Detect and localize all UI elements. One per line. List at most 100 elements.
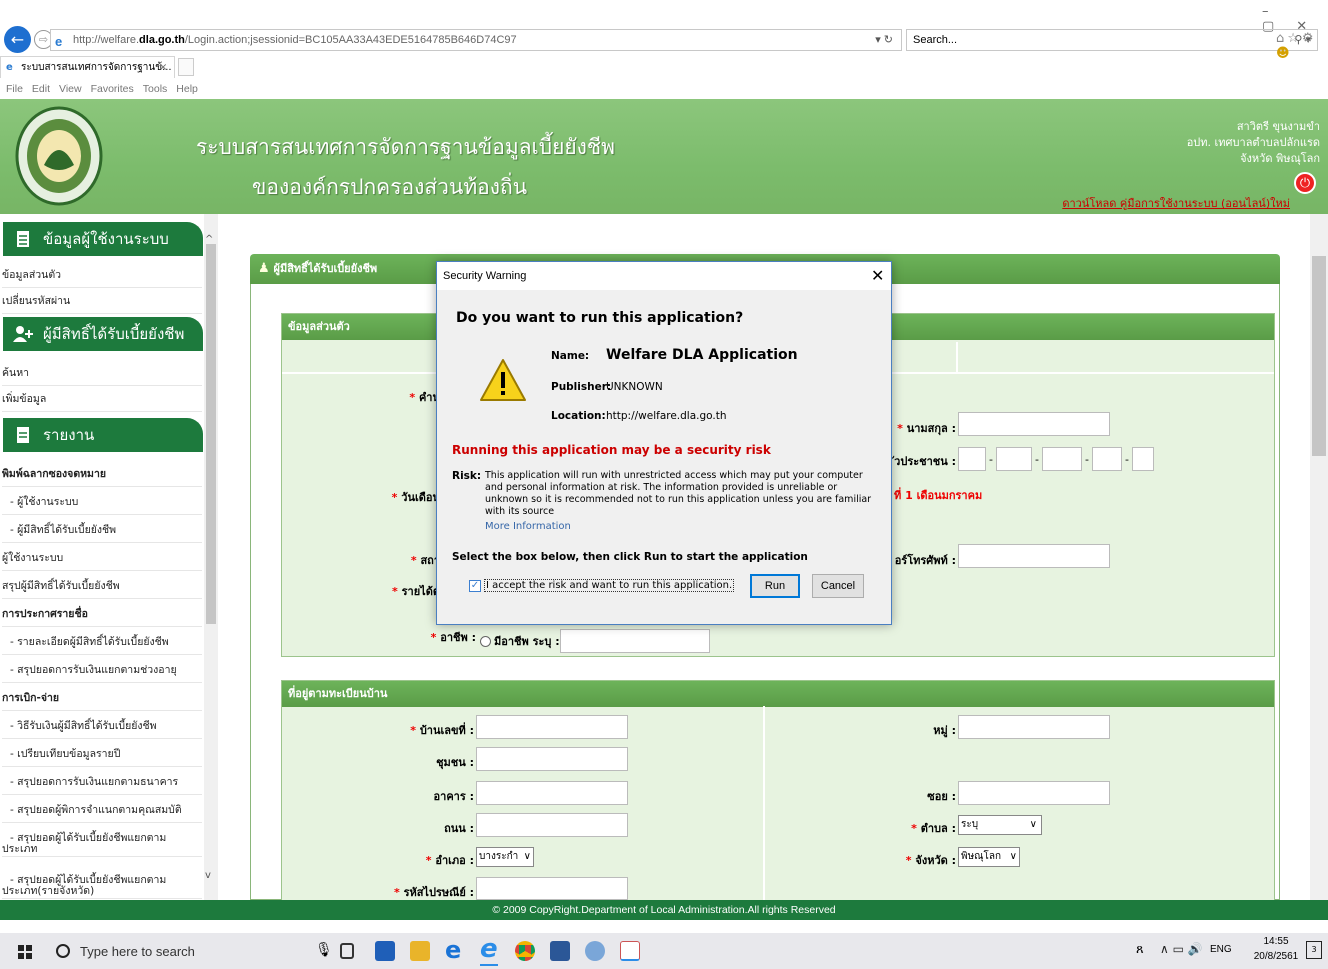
tambon-select[interactable]: ระบุ ∨ <box>958 815 1042 835</box>
sidebar-report-item[interactable]: - สรุปยอดการรับเงินแยกตามช่วงอายุ <box>2 657 202 683</box>
occupation-other-input[interactable] <box>560 629 710 653</box>
menu-view[interactable]: View <box>59 83 82 95</box>
clock-date[interactable]: 20/8/2561 <box>1246 951 1306 962</box>
download-manual-link[interactable]: ดาวน์โหลด คู่มือการใช้งานระบบ (ออนไลน์)ใ… <box>1062 194 1290 212</box>
house-no-input[interactable] <box>476 715 628 739</box>
province-select[interactable]: พิษณุโลก ∨ <box>958 847 1020 867</box>
idcard-input-1[interactable] <box>958 447 986 471</box>
minimize-icon[interactable]: – <box>1262 4 1291 19</box>
sidebar-group-report[interactable]: รายงาน <box>3 418 203 452</box>
sidebar-report-item[interactable]: - ผู้ใช้งานระบบ <box>2 489 202 515</box>
accept-risk-checkbox[interactable]: ✓ <box>469 579 481 592</box>
sidebar-report-item[interactable]: ประเภท <box>2 841 202 857</box>
people-icon[interactable]: ጸ <box>1136 942 1144 957</box>
sidebar-report-item[interactable]: สรุปผู้มีสิทธิ์ได้รับเบี้ยยังชีพ <box>2 573 202 599</box>
idcard-input-2[interactable] <box>995 447 1032 471</box>
paint-icon[interactable] <box>585 941 605 961</box>
menu-edit[interactable]: Edit <box>32 83 50 95</box>
sidebar-report-item[interactable]: การเบิก-จ่าย <box>2 685 202 711</box>
microphone-icon[interactable]: 🎙 <box>315 942 333 958</box>
sidebar-report-item[interactable]: - วิธีรับเงินผู้มีสิทธิ์ได้รับเบี้ยยังชี… <box>2 713 202 739</box>
store-icon[interactable] <box>375 941 395 961</box>
sidebar-scroll-thumb[interactable] <box>206 244 216 624</box>
community-input[interactable] <box>476 747 628 771</box>
taskbar-search-box[interactable]: Type here to search <box>48 937 298 965</box>
scroll-up-icon[interactable]: ^ <box>205 234 213 245</box>
document-icon <box>13 229 33 249</box>
tray-icons[interactable]: ∧ ▭ 🔊 <box>1160 942 1203 956</box>
windows-start-icon[interactable] <box>18 945 32 959</box>
sidebar-report-item[interactable]: - สรุปยอดผู้พิการจำแนกตามคุณสมบัติ <box>2 797 202 823</box>
menu-favorites[interactable]: Favorites <box>91 83 134 95</box>
idcard-input-3[interactable] <box>1041 447 1082 471</box>
more-information-link[interactable]: More Information <box>485 521 571 532</box>
language-indicator[interactable]: ENG <box>1210 944 1232 955</box>
add-user-icon <box>13 324 33 344</box>
home-icon[interactable]: ⌂ <box>1276 31 1287 46</box>
edge-icon[interactable]: e <box>445 936 461 964</box>
internet-explorer-icon[interactable]: e <box>480 934 498 966</box>
sidebar-report-item[interactable]: ประเภท(รายจังหวัด) <box>2 883 202 899</box>
task-view-icon[interactable] <box>340 943 354 959</box>
file-explorer-icon[interactable] <box>410 941 430 961</box>
menu-file[interactable]: File <box>6 83 23 95</box>
phone-input[interactable] <box>958 544 1110 568</box>
amphoe-select[interactable]: บางระกำ ∨ <box>476 847 534 867</box>
run-button[interactable]: Run <box>750 574 800 598</box>
birthdate-note: ที่ 1 เดือนมกราคม <box>894 489 983 502</box>
soi-input[interactable] <box>958 781 1110 805</box>
sidebar-report-item[interactable]: พิมพ์ฉลากซองจดหมาย <box>2 461 202 487</box>
sidebar-item-search[interactable]: ค้นหา <box>2 360 202 386</box>
sidebar-report-item[interactable]: - เปรียบเทียบข้อมูลรายปี <box>2 741 202 767</box>
java-icon[interactable] <box>620 941 640 961</box>
moo-input[interactable] <box>958 715 1110 739</box>
section-title: ผู้มีสิทธิ์ได้รับเบี้ยยังชีพ <box>273 262 378 275</box>
occupation-other-option[interactable]: มีอาชีพ ระบุ : <box>480 632 560 650</box>
sidebar-group-user[interactable]: ข้อมูลผู้ใช้งานระบบ <box>3 222 203 256</box>
idcard-input-5[interactable] <box>1131 447 1154 471</box>
refresh-icon[interactable]: ▾ ↻ <box>875 30 893 50</box>
clock-time[interactable]: 14:55 <box>1246 936 1306 947</box>
building-input[interactable] <box>476 781 628 805</box>
notification-icon[interactable]: 3 <box>1306 941 1322 959</box>
sidebar-report-item[interactable]: ผู้ใช้งานระบบ <box>2 545 202 571</box>
idcard-input-4[interactable] <box>1091 447 1122 471</box>
tab-close-icon[interactable]: × <box>159 57 167 79</box>
road-input[interactable] <box>476 813 628 837</box>
postcode-input[interactable] <box>476 877 628 900</box>
sidebar-group-beneficiary[interactable]: ผู้มีสิทธิ์ได้รับเบี้ยยังชีพ <box>3 317 203 351</box>
sidebar-item-profile[interactable]: ข้อมูลส่วนตัว <box>2 262 202 288</box>
sidebar-report-item[interactable]: - รายละเอียดผู้มีสิทธิ์ได้รับเบี้ยยังชีพ <box>2 629 202 655</box>
sidebar-report-item[interactable]: - สรุปยอดการรับเงินแยกตามธนาคาร <box>2 769 202 795</box>
browser-tab[interactable]: e ระบบสารสนเทศการจัดการฐานข้... × <box>0 56 175 78</box>
sidebar-item-change-password[interactable]: เปลี่ยนรหัสผ่าน <box>2 288 202 314</box>
new-tab-button[interactable] <box>178 58 194 76</box>
radio-icon[interactable] <box>480 635 491 647</box>
dialog-location-value: http://welfare.dla.go.th <box>606 410 727 422</box>
sidebar-report-item[interactable]: การประกาศรายชื่อ <box>2 601 202 627</box>
favorites-icon[interactable]: ☆ <box>1287 31 1302 46</box>
address-bar[interactable]: e http://welfare.dla.go.th/Login.action;… <box>50 29 902 51</box>
page-scroll-thumb[interactable] <box>1312 256 1326 456</box>
menu-help[interactable]: Help <box>176 83 198 95</box>
sidebar-report-item[interactable]: - ผู้มีสิทธิ์ได้รับเบี้ยยังชีพ <box>2 517 202 543</box>
cancel-button[interactable]: Cancel <box>812 574 864 598</box>
chrome-icon[interactable] <box>515 941 535 961</box>
gear-icon[interactable]: ⚙ <box>1302 31 1317 46</box>
idcard-dash: - <box>1034 452 1039 466</box>
browser-search-input[interactable]: Search... ⚲ ▾ <box>906 29 1318 51</box>
taskbar-search-placeholder: Type here to search <box>80 943 195 959</box>
word-icon[interactable] <box>550 941 570 961</box>
idcard-dash: - <box>1084 452 1089 466</box>
dialog-close-icon[interactable]: ✕ <box>871 266 884 285</box>
lastname-input[interactable] <box>958 412 1110 436</box>
smiley-icon[interactable]: ☻ <box>1276 46 1293 61</box>
sidebar-item-add[interactable]: เพิ่มข้อมูล <box>2 386 202 412</box>
site-footer: © 2009 CopyRight.Department of Local Adm… <box>0 900 1328 920</box>
logout-power-icon[interactable]: ⏻ <box>1294 172 1316 194</box>
back-button[interactable]: ← <box>4 26 31 53</box>
address-title: ที่อยู่ตามทะเบียนบ้าน <box>288 687 388 700</box>
scroll-down-icon[interactable]: v <box>205 870 211 881</box>
menu-tools[interactable]: Tools <box>143 83 168 95</box>
accept-risk-checkbox-row[interactable]: ✓ I accept the risk and want to run this… <box>469 579 735 592</box>
